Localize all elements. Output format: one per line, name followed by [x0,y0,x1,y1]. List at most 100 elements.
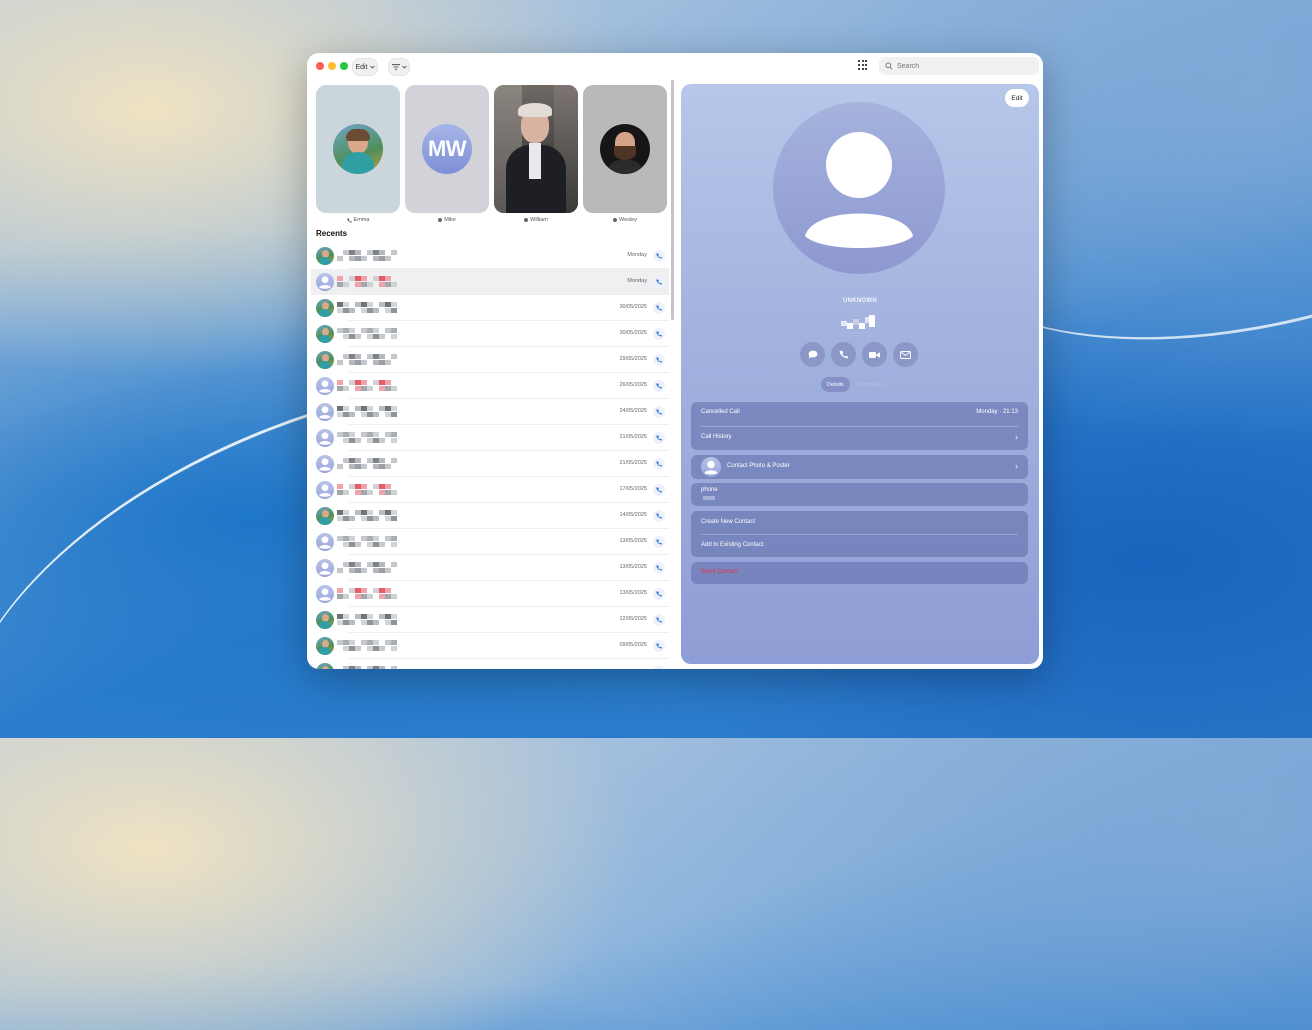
call-back-button[interactable] [653,406,665,418]
call-button[interactable] [831,342,856,367]
redacted-name [337,510,397,522]
avatar [316,663,334,669]
mail-button[interactable] [893,342,918,367]
contact-detail-pane: Edit UNKNOWN Details Voicemails Cancelle… [681,84,1039,664]
recent-call-row[interactable]: Monday [311,269,669,295]
avatar [316,507,334,525]
phone-icon [656,435,662,441]
call-back-button[interactable] [653,562,665,574]
recent-call-row[interactable] [311,659,669,669]
recent-call-row[interactable]: 21/05/2025 [311,451,669,477]
add-to-existing-contact-label: Add to Existing Contact [701,542,764,548]
redacted-name [337,536,397,548]
phone-icon [656,539,662,545]
avatar [333,124,383,174]
favorite-contact-card[interactable]: Wesley [583,85,667,225]
call-back-button[interactable] [653,432,665,444]
person-placeholder-icon [319,432,331,445]
recent-call-row[interactable]: 24/05/2025 [311,399,669,425]
person-placeholder-icon [319,458,331,471]
recent-call-row[interactable]: Monday [311,243,669,269]
favorite-contact-card[interactable]: William [494,85,578,225]
call-back-button[interactable] [653,276,665,288]
avatar [316,351,334,369]
close-window-button[interactable] [316,62,324,70]
chevron-down-icon [401,65,407,69]
add-to-existing-contact-row[interactable]: Add to Existing Contact [691,535,1028,557]
favorite-contact-card[interactable]: Emma [316,85,400,225]
phone-icon [656,591,662,597]
call-back-button[interactable] [653,666,665,669]
call-date: 21/05/2025 [619,460,647,466]
call-back-button[interactable] [653,614,665,626]
call-back-button[interactable] [653,484,665,496]
call-date: 21/05/2025 [619,434,647,440]
block-contact-row[interactable]: Block Contact [691,562,1028,584]
call-back-button[interactable] [653,640,665,652]
avatar [316,637,334,655]
edit-contact-button[interactable]: Edit [1005,89,1029,107]
recent-call-row[interactable]: 29/05/2025 [311,347,669,373]
recent-call-row[interactable]: 13/05/2025 [311,529,669,555]
contact-poster [583,85,667,213]
minimize-window-button[interactable] [328,62,336,70]
recent-call-row[interactable]: 13/05/2025 [311,555,669,581]
call-back-button[interactable] [653,380,665,392]
phone-icon [656,383,662,389]
recents-scrollbar[interactable] [671,80,674,320]
phone-icon [346,217,352,223]
call-back-button[interactable] [653,302,665,314]
message-icon [524,218,529,222]
recent-call-row[interactable]: 17/05/2025 [311,477,669,503]
block-contact-label: Block Contact [701,569,739,575]
redacted-name [337,328,397,340]
call-history-row[interactable]: Call History › [691,427,1028,449]
call-back-button[interactable] [653,510,665,522]
create-new-contact-row[interactable]: Create New Contact [691,512,1028,534]
call-history-label: Call History [701,434,732,440]
contact-name: UNKNOWN [842,298,878,304]
edit-menu-label: Edit [355,63,368,71]
keypad-grid-icon[interactable] [858,60,868,70]
recent-call-row[interactable]: 21/05/2025 [311,425,669,451]
call-back-button[interactable] [653,250,665,262]
filter-menu-button[interactable] [388,58,410,76]
favorite-contact-card[interactable]: MW Mike [405,85,489,225]
recent-call-row[interactable]: 13/05/2025 [311,581,669,607]
video-call-button[interactable] [862,342,887,367]
call-date: 13/05/2025 [619,564,647,570]
call-back-button[interactable] [653,328,665,340]
redacted-name [337,432,397,444]
avatar [316,455,334,473]
avatar [316,299,334,317]
call-back-button[interactable] [653,354,665,366]
recent-call-row[interactable]: 12/05/2025 [311,607,669,633]
recent-call-row[interactable]: 30/05/2025 [311,295,669,321]
recents-list: Monday Monday 30/05/2025 30/05/2025 29/05/20… [311,243,669,669]
redacted-name [337,614,397,626]
recent-call-row[interactable]: 14/05/2025 [311,503,669,529]
recent-call-row[interactable]: 30/05/2025 [311,321,669,347]
contact-poster [494,85,578,213]
tab-details[interactable]: Details [821,377,850,392]
call-back-button[interactable] [653,458,665,470]
message-button[interactable] [800,342,825,367]
recent-call-row[interactable]: 26/05/2025 [311,373,669,399]
recent-call-row[interactable]: 09/05/2025 [311,633,669,659]
contact-avatar [773,102,945,274]
avatar: MW [422,124,472,174]
phone-number-row[interactable]: phone [691,483,1028,505]
phone-icon [656,643,662,649]
call-back-button[interactable] [653,536,665,548]
person-placeholder-icon [704,460,718,475]
call-back-button[interactable] [653,588,665,600]
tab-voicemails[interactable]: Voicemails [856,382,882,388]
search-field[interactable] [879,57,1039,75]
edit-menu-button[interactable]: Edit [352,58,378,76]
zoom-window-button[interactable] [340,62,348,70]
search-input[interactable] [897,62,1017,70]
call-date: 30/05/2025 [619,304,647,310]
create-new-contact-label: Create New Contact [701,519,756,525]
contact-photo-poster-label: Contact Photo & Poster [727,463,790,469]
contact-photo-poster-row[interactable]: Contact Photo & Poster › [691,456,1028,478]
